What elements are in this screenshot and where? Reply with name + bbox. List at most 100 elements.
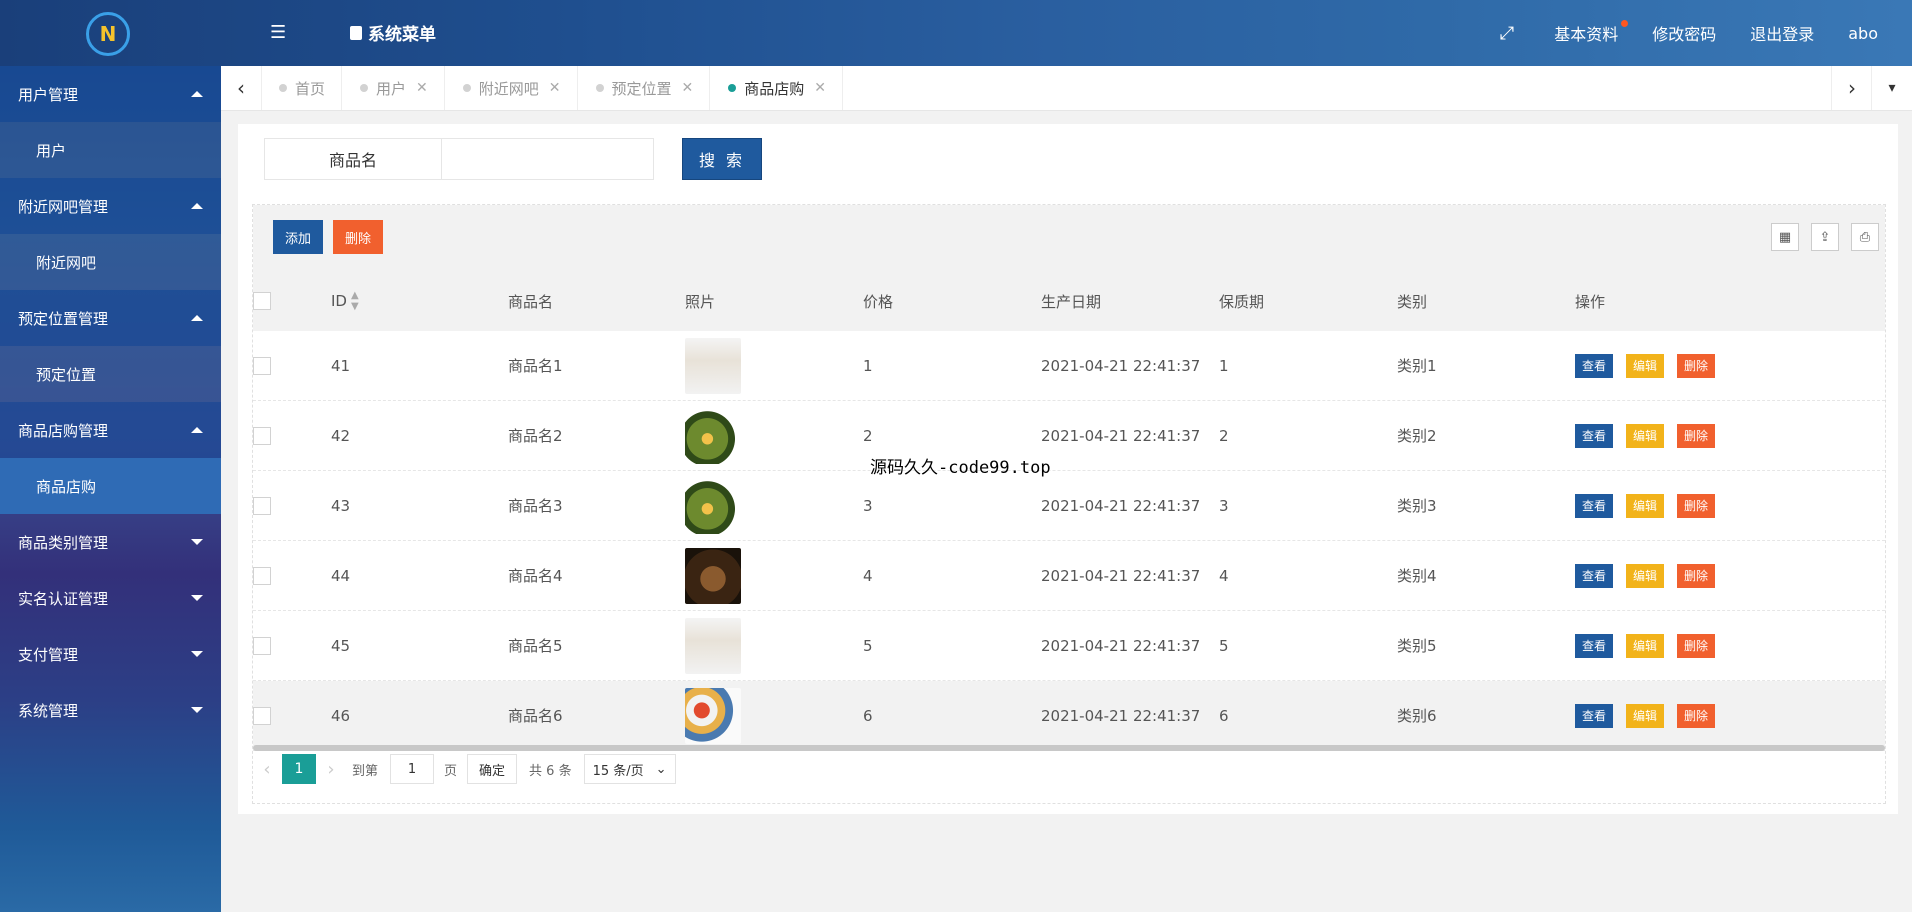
chevron-left-icon[interactable]: ‹ <box>221 66 262 110</box>
sidebar-item-netbar[interactable]: 附近网吧 <box>0 234 221 290</box>
tab-booking[interactable]: 预定位置 ✕ <box>578 66 711 110</box>
row-delete-button[interactable]: 删除 <box>1677 353 1715 378</box>
row-checkbox[interactable] <box>253 496 271 515</box>
prev-page-icon[interactable]: ‹ <box>252 759 282 780</box>
caret-down-icon <box>191 651 203 657</box>
sidebar-group-system[interactable]: 系统管理 <box>0 682 221 738</box>
cell-shelf-life: 4 <box>1219 566 1229 585</box>
fullscreen-icon[interactable]: ⤢ <box>1500 23 1514 44</box>
tab-shop[interactable]: 商品店购 ✕ <box>710 66 844 110</box>
cell-price: 5 <box>863 636 873 655</box>
product-thumbnail[interactable] <box>685 477 741 534</box>
edit-button[interactable]: 编辑 <box>1626 493 1664 518</box>
product-thumbnail[interactable] <box>685 617 741 674</box>
close-icon[interactable]: ✕ <box>682 80 694 96</box>
row-checkbox[interactable] <box>253 356 271 375</box>
product-thumbnail[interactable] <box>685 407 741 464</box>
sidebar-item-booking[interactable]: 预定位置 <box>0 346 221 402</box>
view-button[interactable]: 查看 <box>1575 563 1613 588</box>
sidebar-group-user[interactable]: 用户管理 <box>0 66 221 122</box>
edit-button[interactable]: 编辑 <box>1626 353 1664 378</box>
sidebar-item-shop[interactable]: 商品店购 <box>0 458 221 514</box>
columns-icon[interactable]: ▦ <box>1771 223 1799 251</box>
tab-home[interactable]: 首页 <box>261 66 343 110</box>
notification-dot <box>1621 20 1629 27</box>
caret-down-icon <box>191 539 203 545</box>
row-delete-button[interactable]: 删除 <box>1677 633 1715 658</box>
edit-button[interactable]: 编辑 <box>1626 423 1664 448</box>
cell-date: 2021-04-21 22:41:37 <box>1041 706 1201 725</box>
system-menu[interactable]: 系统菜单 <box>350 20 436 45</box>
cell-date: 2021-04-21 22:41:37 <box>1041 356 1201 375</box>
search-input[interactable] <box>441 138 654 180</box>
close-icon[interactable]: ✕ <box>814 80 826 96</box>
profile-link[interactable]: 基本资料 <box>1554 20 1629 45</box>
sidebar-group-realname[interactable]: 实名认证管理 <box>0 570 221 626</box>
tab-user[interactable]: 用户 ✕ <box>342 66 445 110</box>
caret-up-icon <box>191 91 203 97</box>
view-button[interactable]: 查看 <box>1575 633 1613 658</box>
row-delete-button[interactable]: 删除 <box>1677 423 1715 448</box>
logo-icon: N <box>86 12 130 56</box>
add-button[interactable]: 添加 <box>273 220 323 254</box>
view-button[interactable]: 查看 <box>1575 423 1613 448</box>
sidebar-group-payment[interactable]: 支付管理 <box>0 626 221 682</box>
cell-name: 商品名2 <box>508 427 563 445</box>
sort-icon[interactable]: ▲ ▼ <box>351 290 359 312</box>
row-delete-button[interactable]: 删除 <box>1677 563 1715 588</box>
search-button[interactable]: 搜 索 <box>682 138 762 180</box>
view-button[interactable]: 查看 <box>1575 703 1613 728</box>
sidebar-group-shop[interactable]: 商品店购管理 <box>0 402 221 458</box>
row-delete-button[interactable]: 删除 <box>1677 493 1715 518</box>
change-password-link[interactable]: 修改密码 <box>1652 21 1716 45</box>
sidebar-group-booking[interactable]: 预定位置管理 <box>0 290 221 346</box>
document-icon <box>350 25 362 40</box>
menu-toggle-icon[interactable]: ☰ <box>270 22 286 43</box>
sidebar-group-category[interactable]: 商品类别管理 <box>0 514 221 570</box>
cell-id: 45 <box>331 636 351 655</box>
cell-id: 41 <box>331 356 351 375</box>
tab-netbar[interactable]: 附近网吧 ✕ <box>445 66 578 110</box>
edit-button[interactable]: 编辑 <box>1626 563 1664 588</box>
select-all-checkbox[interactable] <box>253 292 271 310</box>
col-id[interactable]: ID <box>331 292 347 310</box>
cell-shelf-life: 2 <box>1219 426 1229 445</box>
next-page-icon[interactable]: › <box>316 759 346 780</box>
tab-dot <box>360 84 369 92</box>
cell-category: 类别3 <box>1397 497 1437 515</box>
sidebar-item-user[interactable]: 用户 <box>0 122 221 178</box>
delete-button[interactable]: 删除 <box>333 220 383 254</box>
current-page[interactable]: 1 <box>282 754 316 784</box>
chevron-right-icon[interactable]: › <box>1831 66 1872 110</box>
product-thumbnail[interactable] <box>685 337 741 394</box>
row-checkbox[interactable] <box>253 636 271 655</box>
page-size-select[interactable]: 15 条/页 ⌄ <box>583 754 676 784</box>
table-row: 44 商品名4 4 2021-04-21 22:41:37 4 类别4 查看 编辑 删除 <box>253 541 1885 611</box>
edit-button[interactable]: 编辑 <box>1626 633 1664 658</box>
view-button[interactable]: 查看 <box>1575 353 1613 378</box>
close-icon[interactable]: ✕ <box>416 80 428 96</box>
view-button[interactable]: 查看 <box>1575 493 1613 518</box>
sidebar-group-netbar[interactable]: 附近网吧管理 <box>0 178 221 234</box>
page-input[interactable]: 1 <box>390 754 435 784</box>
confirm-button[interactable]: 确定 <box>467 754 518 784</box>
table-row: 43 商品名3 3 2021-04-21 22:41:37 3 类别3 查看 编辑 删除 <box>253 471 1885 541</box>
row-checkbox[interactable] <box>253 426 271 445</box>
username[interactable]: abo <box>1848 24 1878 43</box>
row-delete-button[interactable]: 删除 <box>1677 703 1715 728</box>
cell-name: 商品名6 <box>508 707 563 725</box>
close-icon[interactable]: ✕ <box>549 80 561 96</box>
edit-button[interactable]: 编辑 <box>1626 703 1664 728</box>
export-icon[interactable]: ⇪ <box>1811 223 1839 251</box>
tab-dot <box>462 84 471 92</box>
cell-id: 43 <box>331 496 351 515</box>
product-thumbnail[interactable] <box>685 687 741 744</box>
logout-link[interactable]: 退出登录 <box>1750 21 1814 45</box>
horizontal-scrollbar[interactable] <box>253 745 1885 751</box>
product-thumbnail[interactable] <box>685 547 741 604</box>
row-checkbox[interactable] <box>253 706 271 725</box>
row-checkbox[interactable] <box>253 566 271 585</box>
chevron-down-icon[interactable]: ▾ <box>1871 66 1912 110</box>
print-icon[interactable]: ⎙ <box>1851 223 1879 251</box>
tab-dot <box>279 84 287 92</box>
